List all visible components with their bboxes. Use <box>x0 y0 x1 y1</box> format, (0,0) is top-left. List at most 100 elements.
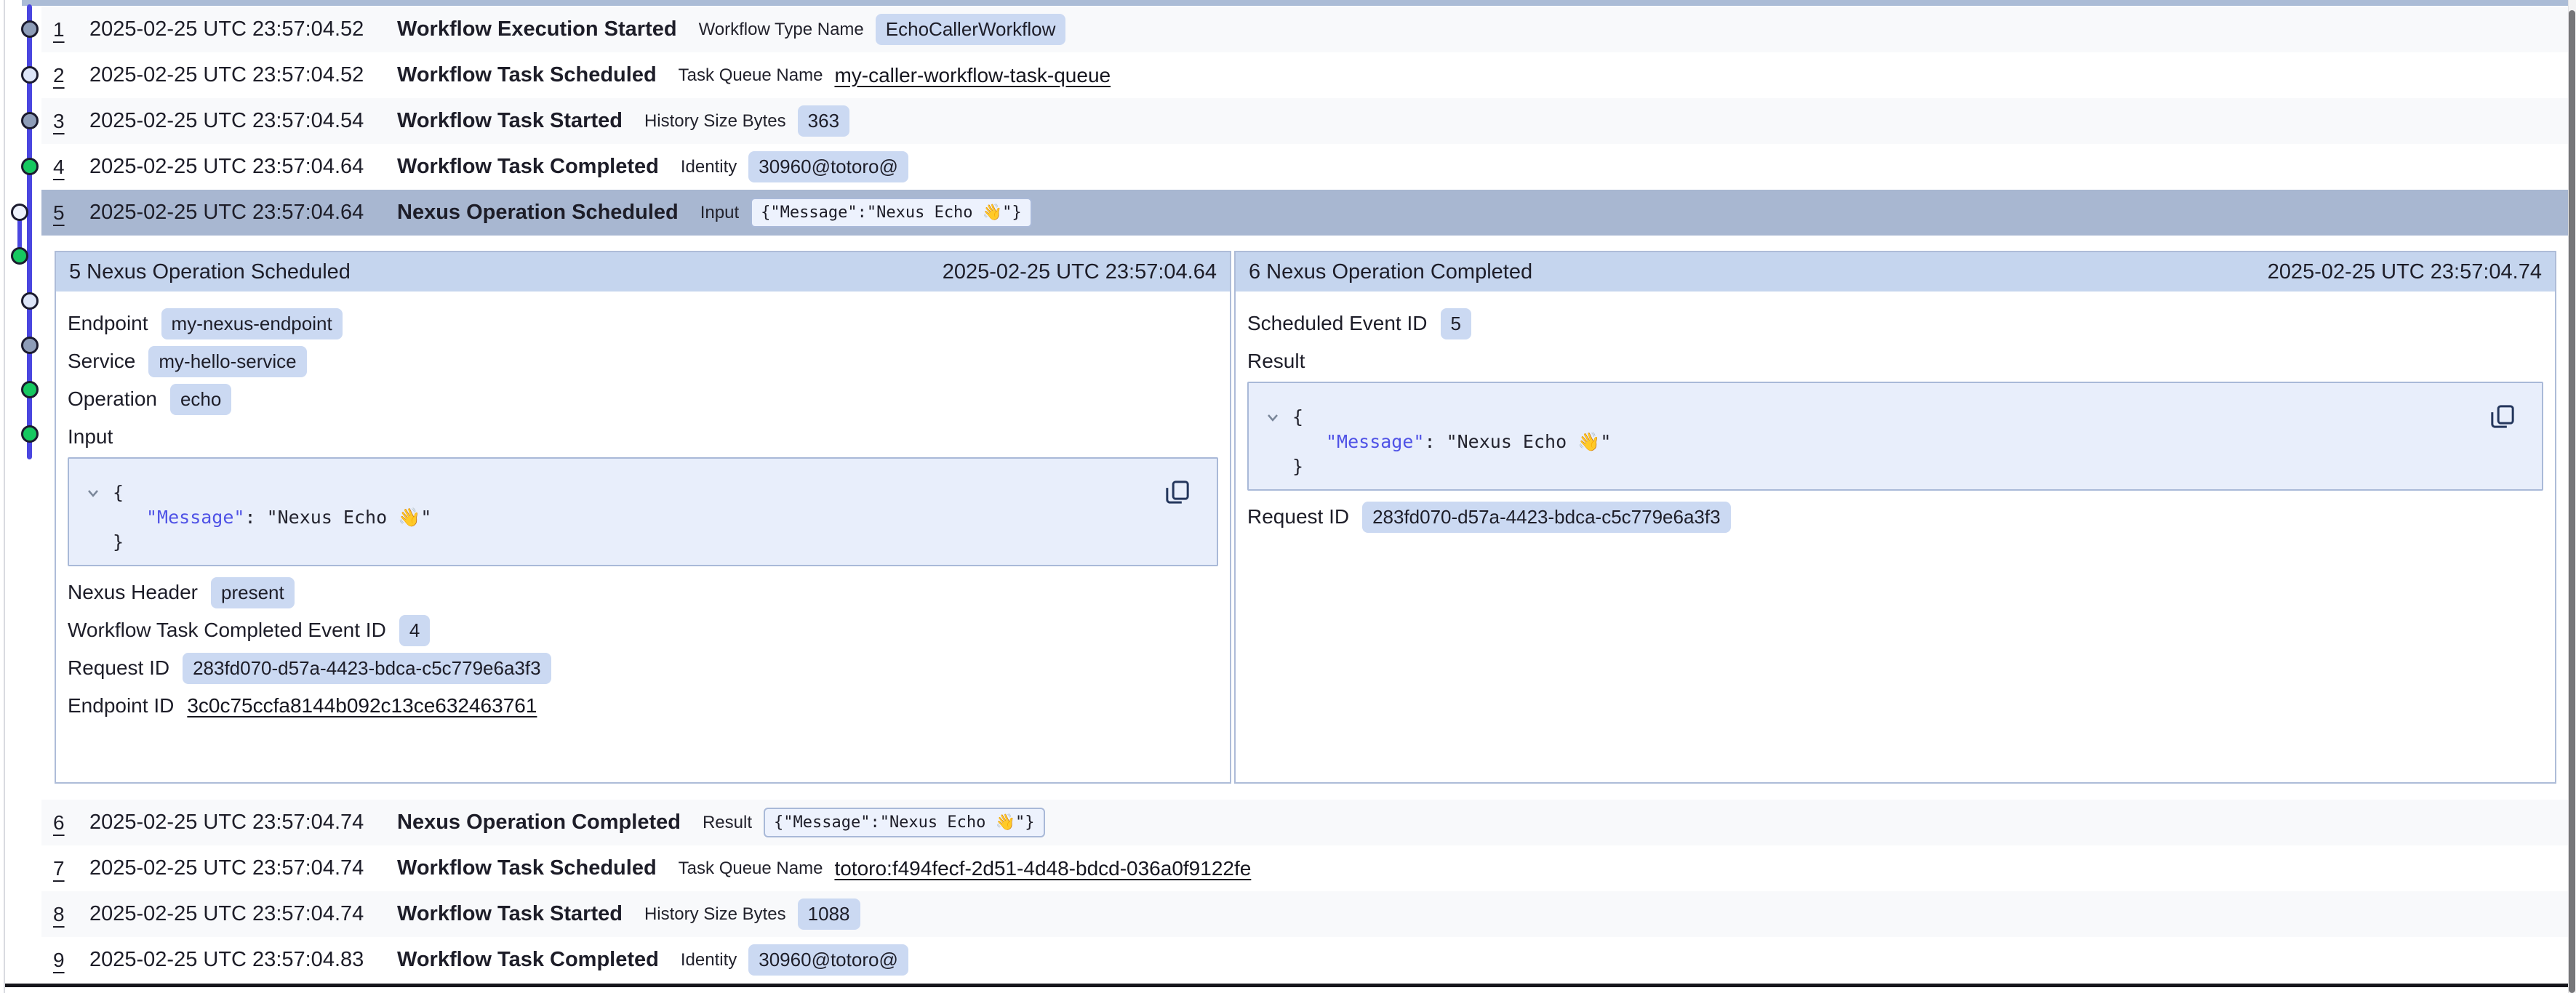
timeline-node-2 <box>21 66 39 84</box>
field-value-badge: 4 <box>399 615 430 646</box>
event-name: Nexus Operation Scheduled <box>397 201 679 225</box>
detail-panel-title: 6 Nexus Operation Completed <box>1249 260 1532 284</box>
timeline-node-4 <box>21 158 39 175</box>
task-queue-link[interactable]: totoro:f494fecf-2d51-4d48-bdcd-036a0f912… <box>834 857 1251 880</box>
scrollbar-thumb[interactable] <box>2569 10 2575 993</box>
event-row-9[interactable]: 9 2025-02-25 UTC 23:57:04.83 Workflow Ta… <box>41 937 2568 983</box>
event-timestamp: 2025-02-25 UTC 23:57:04.64 <box>89 144 364 190</box>
collapse-caret-icon[interactable] <box>85 485 101 501</box>
event-name: Workflow Task Started <box>397 109 623 133</box>
event-detail-value: 30960@totoro@ <box>748 151 908 182</box>
event-name: Workflow Task Completed <box>397 155 659 179</box>
field-request-id: Request ID 283fd070-d57a-4423-bdca-c5c77… <box>68 654 1218 683</box>
field-value-badge: 5 <box>1441 308 1471 339</box>
event-row-1[interactable]: 1 2025-02-25 UTC 23:57:04.52 Workflow Ex… <box>41 7 2568 52</box>
field-label: Endpoint <box>68 312 148 335</box>
event-id-link[interactable]: 1 <box>53 7 65 52</box>
table-bottom-edge <box>5 984 2568 987</box>
event-timestamp: 2025-02-25 UTC 23:57:04.74 <box>89 845 364 891</box>
event-detail-value: 363 <box>798 105 849 137</box>
event-detail-value: {"Message":"Nexus Echo 👋"} <box>764 808 1045 837</box>
event-timestamp: 2025-02-25 UTC 23:57:04.74 <box>89 800 364 845</box>
field-value-badge: 283fd070-d57a-4423-bdca-c5c779e6a3f3 <box>1362 502 1731 533</box>
event-name: Workflow Task Started <box>397 902 623 926</box>
event-detail-value: 1088 <box>798 898 860 930</box>
event-row-3[interactable]: 3 2025-02-25 UTC 23:57:04.54 Workflow Ta… <box>41 98 2568 144</box>
json-line: "Message": "Nexus Echo 👋" <box>1292 430 2542 454</box>
table-top-edge <box>22 0 2568 6</box>
event-row-5-selected[interactable]: 5 2025-02-25 UTC 23:57:04.64 Nexus Opera… <box>41 190 2568 236</box>
timeline-node-3 <box>21 112 39 129</box>
workflow-history-view: 1 2025-02-25 UTC 23:57:04.52 Workflow Ex… <box>0 0 2576 993</box>
event-detail-panel-completed: 6 Nexus Operation Completed 2025-02-25 U… <box>1234 251 2556 784</box>
json-open-brace: { <box>113 481 1217 505</box>
event-id-link[interactable]: 4 <box>53 144 65 190</box>
event-timestamp: 2025-02-25 UTC 23:57:04.52 <box>89 52 364 98</box>
event-row-6[interactable]: 6 2025-02-25 UTC 23:57:04.74 Nexus Opera… <box>41 800 2568 845</box>
field-label: Service <box>68 350 135 373</box>
input-json-viewer: { "Message": "Nexus Echo 👋" } <box>68 457 1218 566</box>
json-open-brace: { <box>1292 405 2542 430</box>
json-line: "Message": "Nexus Echo 👋" <box>113 505 1217 530</box>
copy-button[interactable] <box>2488 402 2517 431</box>
event-detail-label: History Size Bytes <box>644 111 786 132</box>
event-id-link[interactable]: 3 <box>53 98 65 144</box>
field-wtc-event-id: Workflow Task Completed Event ID 4 <box>68 616 1218 645</box>
event-timestamp: 2025-02-25 UTC 23:57:04.54 <box>89 98 364 144</box>
event-name: Workflow Task Completed <box>397 948 659 972</box>
field-request-id: Request ID 283fd070-d57a-4423-bdca-c5c77… <box>1247 502 2543 531</box>
event-id-link[interactable]: 2 <box>53 52 65 98</box>
field-scheduled-event-id: Scheduled Event ID 5 <box>1247 309 2543 338</box>
field-value-badge: my-hello-service <box>148 346 306 377</box>
endpoint-id-link[interactable]: 3c0c75ccfa8144b092c13ce632463761 <box>187 694 537 717</box>
event-detail-label: Task Queue Name <box>679 65 823 86</box>
event-name: Nexus Operation Completed <box>397 811 681 835</box>
event-name: Workflow Execution Started <box>397 17 677 41</box>
event-detail-label: Identity <box>681 157 737 177</box>
field-label: Workflow Task Completed Event ID <box>68 619 386 642</box>
event-row-8[interactable]: 8 2025-02-25 UTC 23:57:04.74 Workflow Ta… <box>41 891 2568 937</box>
input-section-label: Input <box>68 422 1218 451</box>
result-section-label: Result <box>1247 347 2543 376</box>
field-operation: Operation echo <box>68 385 1218 414</box>
detail-panel-header[interactable]: 6 Nexus Operation Completed 2025-02-25 U… <box>1236 252 2555 292</box>
event-row-2[interactable]: 2 2025-02-25 UTC 23:57:04.52 Workflow Ta… <box>41 52 2568 98</box>
event-id-link[interactable]: 8 <box>53 891 65 937</box>
event-id-link[interactable]: 9 <box>53 937 65 983</box>
detail-panel-title: 5 Nexus Operation Scheduled <box>69 260 351 284</box>
field-value-badge: echo <box>170 384 231 415</box>
collapse-caret-icon[interactable] <box>1265 409 1281 425</box>
field-value-badge: 283fd070-d57a-4423-bdca-c5c779e6a3f3 <box>183 653 551 684</box>
event-id-link[interactable]: 5 <box>53 190 65 236</box>
event-id-link[interactable]: 7 <box>53 845 65 891</box>
timeline-node-6 <box>11 247 28 265</box>
event-detail-label: Identity <box>681 950 737 970</box>
field-label: Request ID <box>1247 505 1349 528</box>
event-row-4[interactable]: 4 2025-02-25 UTC 23:57:04.64 Workflow Ta… <box>41 144 2568 190</box>
task-queue-link[interactable]: my-caller-workflow-task-queue <box>834 64 1111 87</box>
json-close-brace: } <box>1292 454 2542 479</box>
event-detail-label: History Size Bytes <box>644 904 786 925</box>
field-label: Endpoint ID <box>68 694 174 717</box>
copy-button[interactable] <box>1163 478 1192 507</box>
event-detail-value: 30960@totoro@ <box>748 944 908 976</box>
field-label: Request ID <box>68 656 169 680</box>
event-row-7[interactable]: 7 2025-02-25 UTC 23:57:04.74 Workflow Ta… <box>41 845 2568 891</box>
event-name: Workflow Task Scheduled <box>397 856 657 880</box>
result-json-viewer: { "Message": "Nexus Echo 👋" } <box>1247 382 2543 491</box>
field-label: Operation <box>68 387 157 411</box>
field-value-badge: present <box>211 577 295 608</box>
event-detail-label: Task Queue Name <box>679 859 823 879</box>
timeline-node-1 <box>21 20 39 38</box>
detail-panel-timestamp: 2025-02-25 UTC 23:57:04.74 <box>2268 260 2542 284</box>
field-service: Service my-hello-service <box>68 347 1218 376</box>
event-timestamp: 2025-02-25 UTC 23:57:04.83 <box>89 937 364 983</box>
event-id-link[interactable]: 6 <box>53 800 65 845</box>
event-detail-label: Result <box>703 813 752 833</box>
timeline-node-5 <box>11 204 28 221</box>
event-timestamp: 2025-02-25 UTC 23:57:04.52 <box>89 7 364 52</box>
json-close-brace: } <box>113 530 1217 555</box>
field-label: Nexus Header <box>68 581 198 604</box>
field-endpoint-id: Endpoint ID 3c0c75ccfa8144b092c13ce63246… <box>68 691 1218 720</box>
detail-panel-header[interactable]: 5 Nexus Operation Scheduled 2025-02-25 U… <box>56 252 1230 292</box>
